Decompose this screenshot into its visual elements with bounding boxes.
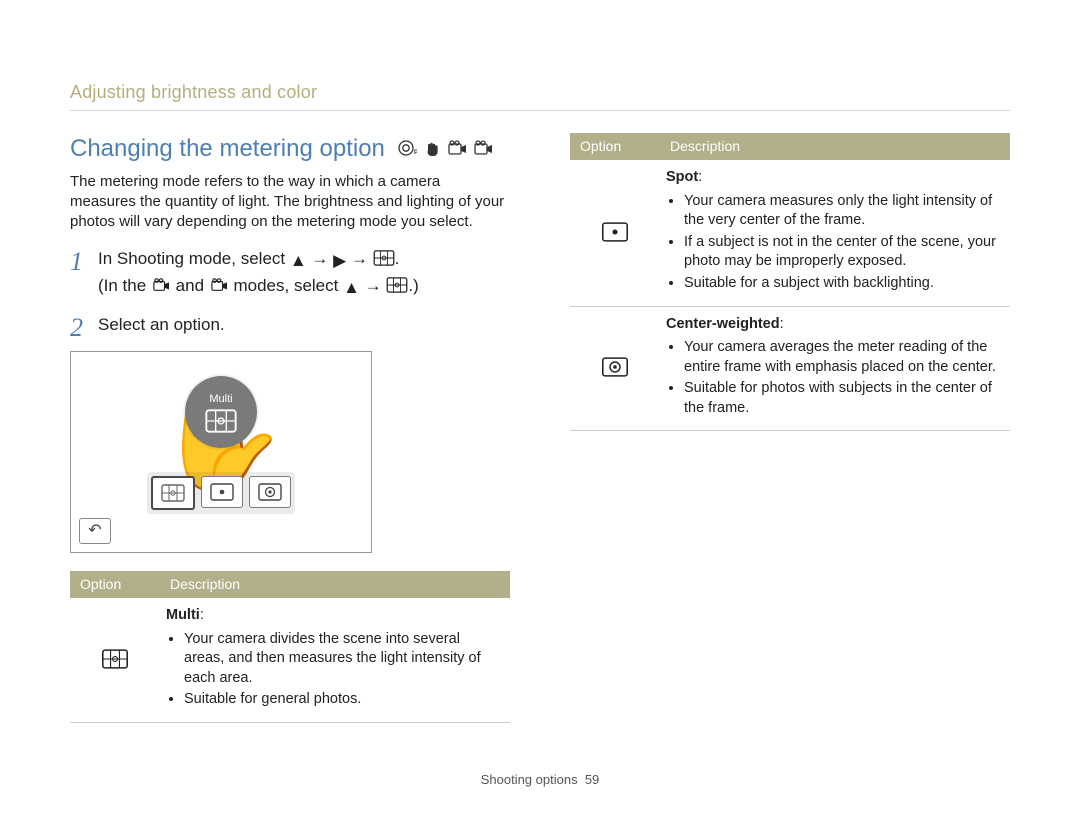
smart-video-mode-icon (209, 277, 229, 300)
option-row (147, 472, 295, 514)
steps-list: In Shooting mode, select ▲ → ▶ → . (In t… (70, 248, 510, 337)
metering-multi-icon (373, 250, 395, 273)
intro-text: The metering mode refers to the way in w… (70, 172, 510, 233)
menu-diagram: ✋ Multi ↶ (70, 351, 372, 553)
bullet: Suitable for general photos. (184, 690, 504, 710)
applicable-modes (397, 139, 493, 163)
step-1-sub-a: (In the (98, 276, 151, 295)
row-icon (570, 306, 660, 431)
row-icon (70, 598, 160, 722)
options-table-right: Option Description Spot: Your camera mea… (570, 133, 1010, 431)
options-table-left: Option Description Multi: Your camera di… (70, 571, 510, 723)
th-description: Description (160, 571, 510, 598)
step-1: In Shooting mode, select ▲ → ▶ → . (In t… (70, 248, 510, 300)
back-icon: ↶ (88, 520, 101, 542)
option-bullets: Your camera averages the meter reading o… (666, 338, 1004, 418)
up-triangle-icon: ▲ (290, 250, 307, 273)
table-row: Center-weighted: Your camera averages th… (570, 306, 1010, 431)
step-1-sub-mid: and (176, 276, 209, 295)
page-footer: Shooting options 59 (0, 771, 1080, 789)
th-option: Option (70, 571, 160, 598)
option-bullets: Your camera measures only the light inte… (666, 192, 1004, 294)
option-multi[interactable] (151, 476, 195, 510)
right-triangle-icon: ▶ (333, 250, 346, 273)
footer-label: Shooting options (481, 772, 578, 787)
option-title: Multi (166, 607, 200, 623)
step-2: Select an option. (70, 314, 510, 337)
p-mode-icon (397, 139, 417, 163)
step-1-text: In Shooting mode, select (98, 249, 290, 268)
section-heading: Changing the metering option (70, 133, 510, 165)
th-description: Description (660, 133, 1010, 160)
bullet: Suitable for a subject with backlighting… (684, 274, 1004, 294)
left-column: Changing the metering option The meterin… (70, 133, 510, 723)
step-1-sub-b: modes, select (233, 276, 343, 295)
bullet: Your camera measures only the light inte… (684, 192, 1004, 231)
option-spot[interactable] (201, 476, 243, 508)
bullet: Your camera divides the scene into sever… (184, 630, 504, 689)
hand-mode-icon (423, 139, 441, 163)
selected-bubble-label: Multi (209, 392, 232, 407)
option-title: Spot (666, 169, 698, 185)
up-triangle-icon: ▲ (343, 277, 360, 300)
video-mode-icon (447, 139, 467, 163)
bullet: Your camera averages the meter reading o… (684, 338, 1004, 377)
back-button[interactable]: ↶ (79, 518, 111, 544)
option-bullets: Your camera divides the scene into sever… (166, 630, 504, 710)
table-row: Spot: Your camera measures only the ligh… (570, 160, 1010, 306)
metering-multi-icon (386, 277, 408, 300)
heading-text: Changing the metering option (70, 133, 385, 165)
row-icon (570, 160, 660, 306)
table-row: Multi: Your camera divides the scene int… (70, 598, 510, 722)
option-center[interactable] (249, 476, 291, 508)
bullet: If a subject is not in the center of the… (684, 233, 1004, 272)
page-number: 59 (585, 772, 599, 787)
bullet: Suitable for photos with subjects in the… (684, 379, 1004, 418)
step-2-text: Select an option. (98, 315, 225, 334)
th-option: Option (570, 133, 660, 160)
option-title: Center-weighted (666, 316, 780, 332)
right-column: Option Description Spot: Your camera mea… (570, 133, 1010, 723)
section-label: Adjusting brightness and color (70, 80, 1010, 111)
smart-video-mode-icon (473, 139, 493, 163)
selected-bubble: Multi (185, 376, 257, 448)
video-mode-icon (151, 277, 171, 300)
